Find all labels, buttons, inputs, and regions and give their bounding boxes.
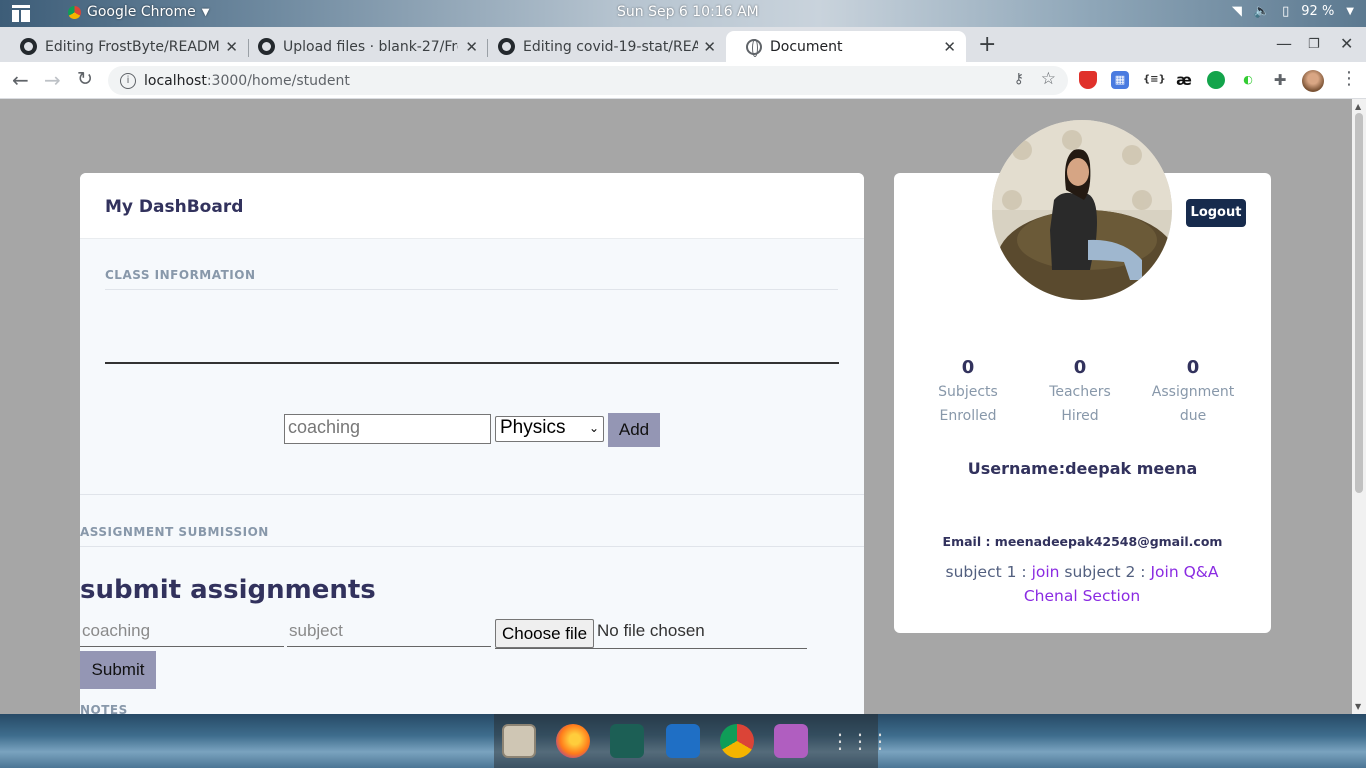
stat-value: 0 <box>961 357 975 378</box>
tab-title: Document <box>770 38 843 55</box>
no-file-chosen-label: No file chosen <box>597 621 705 640</box>
close-icon[interactable]: ✕ <box>943 38 956 56</box>
close-icon[interactable]: ✕ <box>703 38 716 56</box>
dashboard-title: My DashBoard <box>105 197 244 217</box>
address-bar[interactable]: i localhost:3000/home/student ⚷ ☆ <box>108 66 1068 95</box>
wifi-icon: ◥ <box>1231 4 1242 19</box>
stat-label: Assignment due <box>1151 384 1235 424</box>
stat-assignment-due: 0 Assignment due <box>1143 357 1243 428</box>
add-button[interactable]: Add <box>608 413 660 447</box>
notes-label: NOTES <box>80 703 128 714</box>
key-icon[interactable]: ⚷ <box>1014 71 1024 87</box>
stat-label: Teachers Hired <box>1049 384 1111 424</box>
brave-shield-extension-icon[interactable] <box>1079 71 1097 89</box>
minimize-button[interactable]: — <box>1276 34 1292 53</box>
firefox-icon[interactable] <box>556 724 590 758</box>
stat-teachers-hired: 0 Teachers Hired <box>1030 357 1130 428</box>
subject1-join-link[interactable]: join <box>1032 563 1060 581</box>
grid-extension-icon[interactable]: ▦ <box>1111 71 1129 89</box>
scroll-down-icon[interactable]: ▼ <box>1355 702 1361 711</box>
tab-frostbyte[interactable]: Editing FrostByte/READM ✕ <box>0 31 248 62</box>
green-extension-icon[interactable] <box>1207 71 1225 89</box>
dock: ⋮⋮⋮ <box>494 714 890 768</box>
system-top-bar: Google Chrome ▼ Sun Sep 6 10:16 AM ◥ 🔈 ▯… <box>0 0 1366 27</box>
chrome-icon <box>68 5 81 19</box>
volume-icon: 🔈 <box>1253 4 1271 19</box>
tab-title: Editing covid-19-stat/REA <box>523 38 698 55</box>
dashboard-card: My DashBoard CLASS INFORMATION coaching … <box>80 173 864 714</box>
github-icon <box>20 38 37 55</box>
tab-upload-files[interactable]: Upload files · blank-27/Fro ✕ <box>238 31 488 62</box>
subject-select[interactable]: Physics ⌄ <box>495 416 604 442</box>
tab-title: Upload files · blank-27/Fro <box>283 38 458 55</box>
chevron-down-icon: ▼ <box>1346 6 1354 17</box>
maximize-button[interactable]: ❐ <box>1308 37 1320 52</box>
github-icon <box>258 38 275 55</box>
stat-value: 0 <box>1186 357 1200 378</box>
submit-button[interactable]: Submit <box>80 651 156 689</box>
submit-assignments-heading: submit assignments <box>80 575 376 605</box>
system-tray[interactable]: ◥ 🔈 ▯ 92 % ▼ <box>1232 4 1354 19</box>
scrollbar-thumb[interactable] <box>1355 113 1363 493</box>
tab-strip: Editing FrostByte/READM ✕ Upload files ·… <box>0 27 1366 62</box>
bookmark-star-icon[interactable]: ☆ <box>1041 69 1056 89</box>
terminal-app-icon[interactable] <box>610 724 644 758</box>
subject-select-value: Physics <box>500 417 566 438</box>
page-scrollbar[interactable]: ▲ ▼ <box>1352 99 1366 714</box>
logout-button[interactable]: Logout <box>1186 199 1246 227</box>
forward-button[interactable]: → <box>44 68 61 92</box>
email: Email : meenadeepak42548@gmail.com <box>942 534 1223 549</box>
close-icon[interactable]: ✕ <box>225 38 238 56</box>
github-icon <box>498 38 515 55</box>
ae-extension-icon[interactable]: æ <box>1175 71 1193 89</box>
info-icon[interactable]: i <box>120 72 136 89</box>
chrome-dock-icon[interactable] <box>720 724 754 758</box>
new-tab-button[interactable]: + <box>978 32 996 57</box>
browser-menu-icon[interactable]: ⋮ <box>1340 68 1358 89</box>
stat-value: 0 <box>1073 357 1087 378</box>
coaching-input[interactable]: coaching <box>284 414 491 444</box>
tab-document[interactable]: Document ✕ <box>726 31 966 62</box>
page-viewport: My DashBoard CLASS INFORMATION coaching … <box>0 99 1352 714</box>
chevron-down-icon: ⌄ <box>588 421 599 435</box>
battery-percent: 92 % <box>1301 4 1335 19</box>
subject1-label: subject 1 : <box>945 563 1032 581</box>
globe-icon <box>746 38 762 57</box>
battery-icon: ▯ <box>1282 4 1290 19</box>
assignment-submission-label: ASSIGNMENT SUBMISSION <box>80 525 269 539</box>
activities-icon[interactable] <box>12 5 30 22</box>
username: Username:deepak meena <box>967 459 1198 478</box>
class-information-label: CLASS INFORMATION <box>105 268 256 282</box>
app-menu[interactable]: Google Chrome ▼ <box>68 4 209 20</box>
assignment-coaching-input[interactable]: coaching <box>80 621 284 647</box>
dashboard-header: My DashBoard <box>80 173 864 239</box>
chevron-down-icon: ▼ <box>201 6 210 18</box>
puzzle-extensions-icon[interactable]: ✚ <box>1271 71 1289 89</box>
files-icon[interactable] <box>502 724 536 758</box>
browser-toolbar: ← → ↻ i localhost:3000/home/student ⚷ ☆ … <box>0 62 1366 99</box>
choose-file-button[interactable]: Choose file <box>495 619 594 648</box>
profile-avatar-icon[interactable] <box>1302 70 1324 92</box>
stat-subjects-enrolled: 0 Subjects Enrolled <box>918 357 1018 428</box>
tab-title: Editing FrostByte/READM <box>45 38 220 55</box>
js-extension-icon[interactable]: ◐ <box>1239 71 1257 89</box>
video-player-icon[interactable] <box>774 724 808 758</box>
stat-label: Subjects Enrolled <box>938 384 998 424</box>
subjects-list: subject 1 : join subject 2 : Join Q&A Ch… <box>920 560 1244 608</box>
assignment-subject-input[interactable]: subject <box>287 621 491 647</box>
scroll-up-icon[interactable]: ▲ <box>1355 102 1361 111</box>
subject2-label: subject 2 : <box>1059 563 1151 581</box>
tab-covid-stat[interactable]: Editing covid-19-stat/REA ✕ <box>478 31 726 62</box>
json-extension-icon[interactable]: {≡} <box>1143 71 1166 89</box>
vscode-icon[interactable] <box>666 724 700 758</box>
profile-photo <box>992 120 1172 300</box>
back-button[interactable]: ← <box>12 68 29 92</box>
reload-button[interactable]: ↻ <box>77 68 93 90</box>
close-window-button[interactable]: ✕ <box>1340 34 1353 53</box>
app-name-label: Google Chrome <box>87 4 196 20</box>
url-text: localhost:3000/home/student <box>144 72 350 89</box>
clock[interactable]: Sun Sep 6 10:16 AM <box>617 4 759 20</box>
show-apps-icon[interactable]: ⋮⋮⋮ <box>830 724 890 758</box>
close-icon[interactable]: ✕ <box>465 38 478 56</box>
